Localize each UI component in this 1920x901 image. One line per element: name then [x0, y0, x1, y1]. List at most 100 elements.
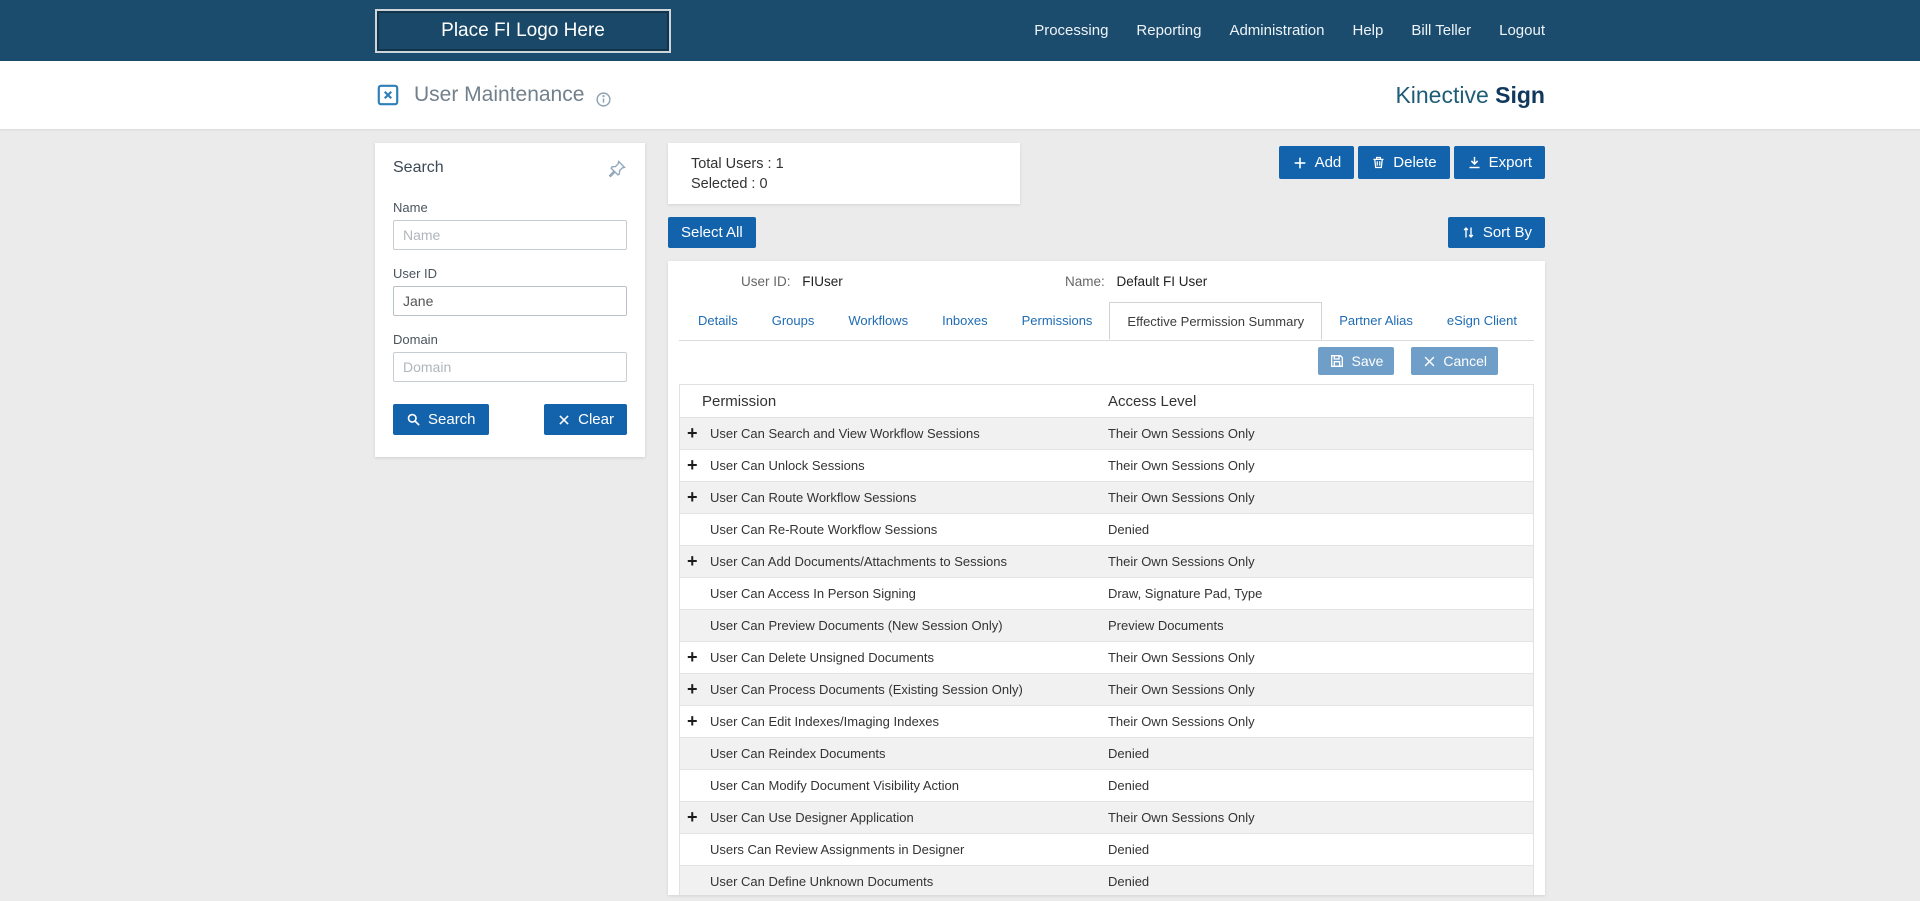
- access-level: Preview Documents: [1107, 618, 1224, 633]
- cancel-button[interactable]: Cancel: [1411, 347, 1498, 375]
- permission-name: User Can Search and View Workflow Sessio…: [709, 426, 980, 441]
- nav-item-help[interactable]: Help: [1353, 22, 1384, 39]
- permission-name: User Can Delete Unsigned Documents: [709, 650, 934, 665]
- permission-row: Users Can Review Assignments in Designer…: [679, 834, 1533, 866]
- tab-workflows[interactable]: Workflows: [831, 302, 925, 340]
- name-label: Name: [393, 200, 428, 215]
- name-input[interactable]: [393, 220, 627, 250]
- permission-name: User Can Preview Documents (New Session …: [709, 618, 1003, 633]
- permission-row: + User Can Use Designer Application Their …: [679, 802, 1533, 834]
- permission-row: User Can Preview Documents (New Session …: [679, 610, 1533, 642]
- tab-bar: Details Groups Workflows Inboxes Permissions…: [678, 302, 1534, 341]
- plus-icon: [1292, 155, 1308, 171]
- x-icon: [557, 413, 571, 427]
- delete-button[interactable]: Delete: [1358, 146, 1450, 179]
- expand-icon[interactable]: +: [680, 648, 710, 666]
- user-identity-row: User ID: FIUser Name: Default FI User: [668, 261, 1545, 292]
- access-level: Their Own Sessions Only: [1107, 650, 1255, 665]
- permission-name: User Can Route Workflow Sessions: [709, 490, 917, 505]
- user-detail-panel: User ID: FIUser Name: Default FI User De…: [667, 261, 1545, 895]
- export-button[interactable]: Export: [1453, 146, 1545, 179]
- permission-name: User Can Access In Person Signing: [709, 586, 916, 601]
- permission-row: + User Can Route Workflow Sessions Their O…: [679, 482, 1533, 514]
- expand-icon[interactable]: +: [680, 712, 710, 730]
- permission-row: + User Can Delete Unsigned Documents Their…: [679, 642, 1533, 674]
- user-id-input[interactable]: [393, 286, 627, 316]
- access-level: Their Own Sessions Only: [1107, 490, 1255, 505]
- search-button[interactable]: Search: [393, 404, 489, 435]
- expand-icon[interactable]: +: [680, 424, 710, 442]
- nav-item-logout[interactable]: Logout: [1499, 22, 1545, 39]
- permission-row: User Can Modify Document Visibility Acti…: [679, 770, 1533, 802]
- user-id-field-label: User ID:: [740, 274, 791, 289]
- save-button[interactable]: Save: [1318, 347, 1395, 375]
- permission-name: User Can Unlock Sessions: [709, 458, 865, 473]
- permission-row: + User Can Unlock Sessions Their Own Sessi…: [679, 450, 1533, 482]
- tab-effective-permission-summary[interactable]: Effective Permission Summary: [1109, 302, 1323, 340]
- expand-icon[interactable]: +: [680, 552, 710, 570]
- fi-logo-placeholder: Place FI Logo Here: [375, 8, 671, 53]
- expand-icon[interactable]: +: [680, 456, 710, 474]
- permission-row: User Can Access In Person Signing Draw, S…: [679, 578, 1533, 610]
- permission-name: User Can Define Unknown Documents: [709, 874, 934, 889]
- access-level: Denied: [1107, 842, 1150, 857]
- permission-name: User Can Use Designer Application: [709, 810, 914, 825]
- select-all-button[interactable]: Select All: [667, 217, 756, 248]
- brand-logo: Kinective Sign: [1395, 82, 1545, 109]
- user-maintenance-icon: [375, 82, 401, 108]
- access-level: Draw, Signature Pad, Type: [1107, 586, 1263, 601]
- sort-by-button[interactable]: Sort By: [1447, 217, 1545, 248]
- domain-input[interactable]: [393, 352, 627, 382]
- access-level: Their Own Sessions Only: [1107, 810, 1255, 825]
- summary-box: Total Users : 1 Selected : 0: [667, 143, 1020, 204]
- expand-icon[interactable]: +: [680, 808, 710, 826]
- tab-esign-client[interactable]: eSign Client: [1430, 302, 1534, 340]
- column-permission: Permission: [701, 392, 777, 410]
- nav-item-administration[interactable]: Administration: [1229, 22, 1324, 39]
- permission-row: User Can Define Unknown Documents Denied: [679, 866, 1533, 895]
- user-id-value: FIUser: [802, 274, 843, 289]
- access-level: Denied: [1107, 746, 1150, 761]
- download-icon: [1467, 155, 1482, 170]
- add-button[interactable]: Add: [1278, 146, 1355, 179]
- total-users-text: Total Users : 1: [690, 156, 784, 172]
- domain-label: Domain: [393, 332, 438, 347]
- permission-row: + User Can Edit Indexes/Imaging Indexes Th…: [679, 706, 1533, 738]
- expand-icon[interactable]: +: [680, 488, 710, 506]
- tab-details[interactable]: Details: [681, 302, 755, 340]
- access-level: Their Own Sessions Only: [1107, 458, 1255, 473]
- access-level: Denied: [1107, 874, 1150, 889]
- access-level: Denied: [1107, 778, 1150, 793]
- name-field-label: Name:: [1064, 274, 1105, 289]
- tab-inboxes[interactable]: Inboxes: [925, 302, 1005, 340]
- permission-name: User Can Reindex Documents: [709, 746, 886, 761]
- page-body: Search Name User ID Domain Search: [375, 143, 1545, 895]
- nav-item-processing[interactable]: Processing: [1034, 22, 1108, 39]
- search-panel-title: Search: [393, 159, 444, 176]
- sort-icon: [1461, 225, 1476, 240]
- permission-name: User Can Re-Route Workflow Sessions: [709, 522, 938, 537]
- permission-name: Users Can Review Assignments in Designer: [709, 842, 965, 857]
- nav-item-reporting[interactable]: Reporting: [1136, 22, 1201, 39]
- table-header: Permission Access Level: [679, 385, 1533, 418]
- brand-kinective: Kinective: [1395, 81, 1489, 108]
- selected-text: Selected : 0: [690, 176, 768, 192]
- tab-permissions[interactable]: Permissions: [1005, 302, 1110, 340]
- info-icon[interactable]: [595, 91, 612, 113]
- x-icon: [1422, 354, 1437, 369]
- tab-groups[interactable]: Groups: [755, 302, 832, 340]
- permissions-table: Permission Access Level + User Can Search…: [678, 384, 1534, 895]
- permission-row: User Can Reindex Documents Denied: [679, 738, 1533, 770]
- permission-name: User Can Process Documents (Existing Ses…: [709, 682, 1023, 697]
- access-level: Their Own Sessions Only: [1107, 682, 1255, 697]
- nav-item-bill-teller[interactable]: Bill Teller: [1411, 22, 1471, 39]
- expand-icon[interactable]: +: [680, 680, 710, 698]
- permission-name: User Can Modify Document Visibility Acti…: [709, 778, 959, 793]
- permission-name: User Can Add Documents/Attachments to Se…: [709, 554, 1007, 569]
- tab-partner-alias[interactable]: Partner Alias: [1322, 302, 1430, 340]
- search-panel: Search Name User ID Domain Search: [375, 143, 645, 457]
- clear-button[interactable]: Clear: [544, 404, 627, 435]
- trash-icon: [1371, 155, 1386, 170]
- pin-icon[interactable]: [607, 159, 627, 184]
- permission-row: + User Can Add Documents/Attachments to S…: [679, 546, 1533, 578]
